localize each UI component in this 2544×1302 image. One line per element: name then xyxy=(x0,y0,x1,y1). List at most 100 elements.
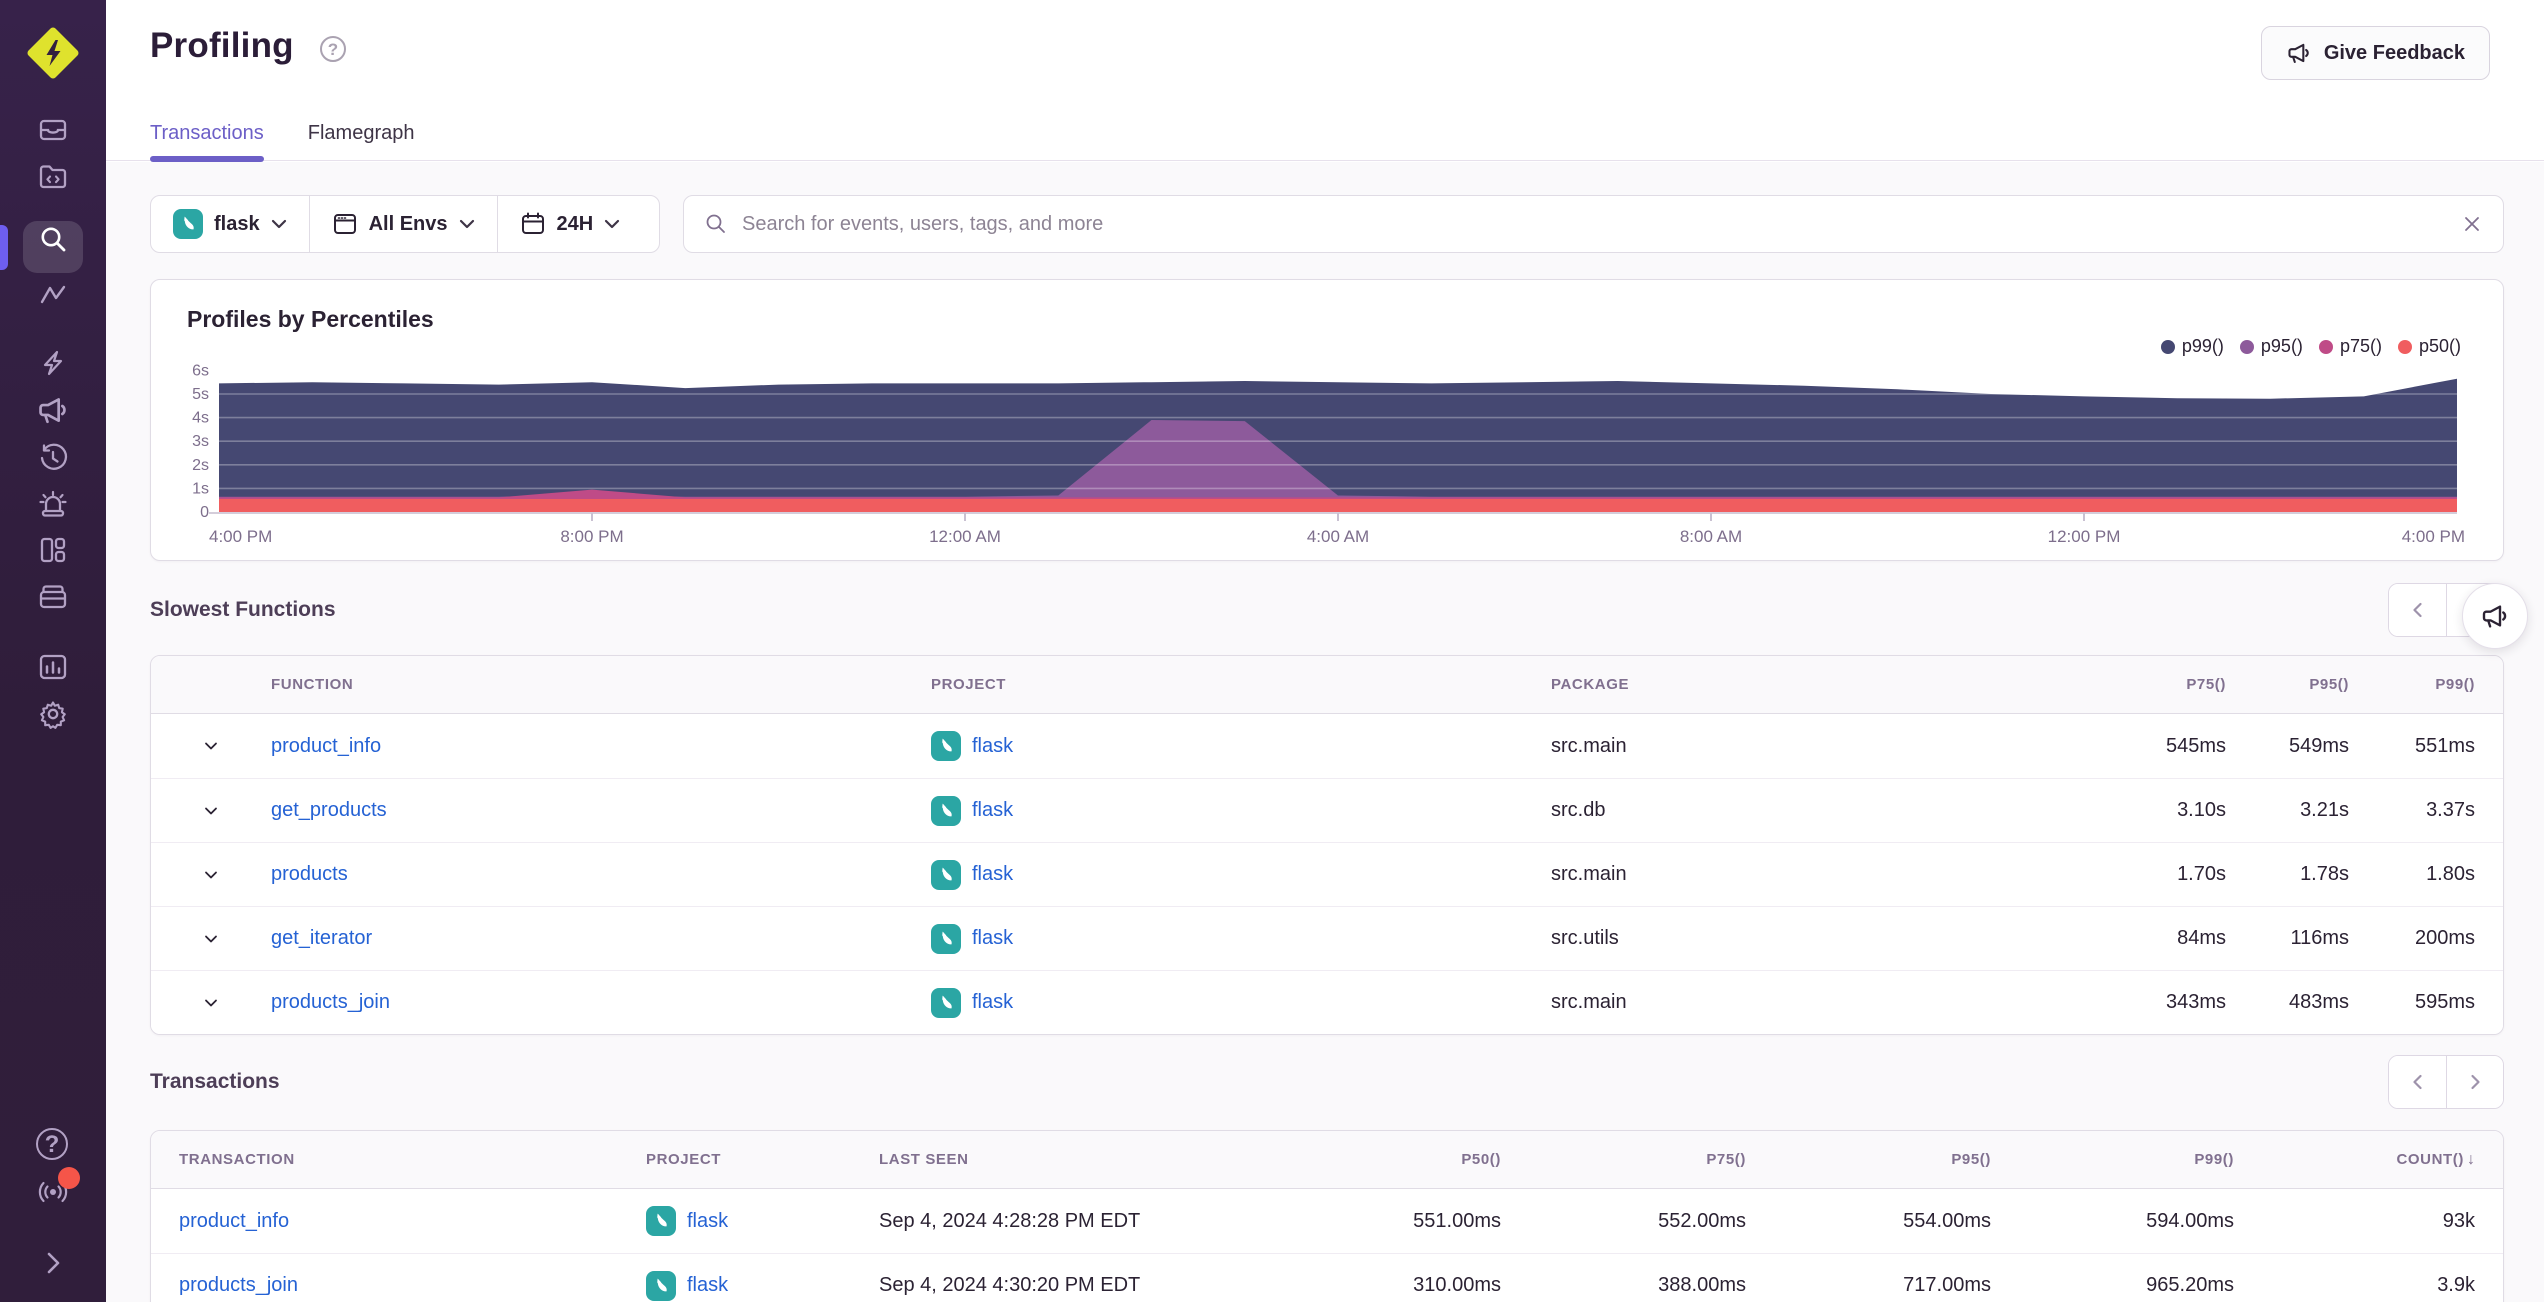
sidebar-item-projects[interactable] xyxy=(36,160,70,194)
transaction-link[interactable]: product_info xyxy=(151,1210,646,1233)
search-bar xyxy=(683,195,2504,253)
project-link[interactable]: flask xyxy=(931,731,1551,761)
clear-search-icon[interactable] xyxy=(2461,213,2483,235)
project-filter-label: flask xyxy=(214,212,260,235)
function-link[interactable]: products_join xyxy=(271,991,931,1014)
date-range-filter[interactable]: 24H xyxy=(496,196,643,252)
chart-title: Profiles by Percentiles xyxy=(187,306,434,332)
project-link[interactable]: flask xyxy=(931,923,1551,954)
sidebar-item-issues[interactable] xyxy=(36,113,70,147)
floating-feedback-button[interactable] xyxy=(2462,583,2528,649)
p95-cell: 3.21s xyxy=(2300,799,2349,821)
p75-cell: 388.00ms xyxy=(1658,1274,1746,1296)
p95-cell: 483ms xyxy=(2288,991,2349,1013)
column-p95: P95() xyxy=(2309,676,2349,693)
p95-cell: 1.78s xyxy=(2300,863,2349,885)
megaphone-icon xyxy=(2288,43,2309,64)
slowest-function-row: products_join flask src.main 343ms 483ms… xyxy=(151,970,2503,1034)
chevron-down-icon xyxy=(605,219,620,229)
expand-row-chevron[interactable] xyxy=(151,929,271,949)
p75-cell: 1.70s xyxy=(2177,863,2226,885)
sidebar-item-stats-barchart[interactable] xyxy=(36,650,70,684)
main-content: Profiling ? Give Feedback Transactions F… xyxy=(106,0,2544,1302)
previous-page-button[interactable] xyxy=(2389,1056,2446,1108)
column-p99: P99() xyxy=(2194,1151,2234,1168)
chevron-down-icon xyxy=(459,219,474,229)
sidebar-item-feedback-megaphone[interactable] xyxy=(36,393,70,427)
sidebar-item-releases-clock[interactable] xyxy=(36,441,70,475)
project-link[interactable]: flask xyxy=(646,1206,879,1236)
sidebar: ? xyxy=(0,0,106,1302)
percentiles-area-chart[interactable]: 0 1s 2s 3s 4s 5s 6s 4:00 PM 8:00 PM 12:00 AM 4:00 … xyxy=(151,344,2505,558)
transaction-row: product_info flask Sep 4, 2024 4:28:28 P… xyxy=(151,1189,2503,1253)
flask-project-icon xyxy=(173,209,203,239)
column-p75: P75() xyxy=(1706,1151,1746,1168)
next-page-button[interactable] xyxy=(2446,1056,2503,1108)
date-range-filter-label: 24H xyxy=(556,212,594,235)
transactions-table-header: Transaction Project Last Seen P50() P75(… xyxy=(151,1131,2503,1189)
last-seen-cell: Sep 4, 2024 4:28:28 PM EDT xyxy=(879,1209,1141,1232)
svg-text:0: 0 xyxy=(200,504,209,521)
package-cell: src.main xyxy=(1551,991,1627,1013)
function-link[interactable]: get_products xyxy=(271,799,931,822)
svg-text:2s: 2s xyxy=(192,457,209,474)
column-project: Project xyxy=(931,676,1007,693)
search-input[interactable] xyxy=(742,212,2447,236)
function-link[interactable]: product_info xyxy=(271,735,931,758)
sidebar-item-explore-search[interactable] xyxy=(36,222,70,256)
transaction-link[interactable]: products_join xyxy=(151,1274,646,1297)
project-link[interactable]: flask xyxy=(931,795,1551,826)
slowest-functions-header: Slowest Functions xyxy=(150,583,2504,637)
flask-project-icon xyxy=(646,1206,676,1236)
count-cell: 93k xyxy=(2442,1209,2475,1232)
sidebar-item-dashboards-layout[interactable] xyxy=(36,533,70,567)
previous-page-button[interactable] xyxy=(2389,584,2446,636)
sidebar-item-quickstart-lightning[interactable] xyxy=(36,346,70,380)
transactions-header: Transactions xyxy=(150,1055,2504,1109)
sidebar-item-traces-graph[interactable] xyxy=(36,278,70,312)
expand-row-chevron[interactable] xyxy=(151,993,271,1013)
sentry-logo[interactable] xyxy=(26,26,80,80)
p99-cell: 965.20ms xyxy=(2146,1274,2234,1296)
page-body: flask All Envs 24H Search for events, us… xyxy=(106,162,2544,1302)
environment-filter-label: All Envs xyxy=(368,212,448,235)
p75-cell: 343ms xyxy=(2165,991,2226,1013)
sidebar-item-insights-archive[interactable] xyxy=(36,580,70,614)
search-icon xyxy=(706,214,725,233)
project-link[interactable]: flask xyxy=(646,1270,879,1301)
slowest-functions-heading: Slowest Functions xyxy=(150,598,336,621)
tab-transactions[interactable]: Transactions xyxy=(150,110,264,162)
flask-project-icon xyxy=(931,795,961,826)
expand-row-chevron[interactable] xyxy=(151,865,271,885)
svg-text:5s: 5s xyxy=(192,386,209,403)
function-link[interactable]: get_iterator xyxy=(271,927,931,950)
sidebar-item-help[interactable]: ? xyxy=(36,1128,70,1162)
package-cell: src.utils xyxy=(1551,927,1619,949)
p99-cell: 594.00ms xyxy=(2146,1209,2234,1232)
expand-row-chevron[interactable] xyxy=(151,736,271,756)
give-feedback-label: Give Feedback xyxy=(2323,41,2465,64)
package-cell: src.main xyxy=(1551,734,1627,757)
tab-flamegraph[interactable]: Flamegraph xyxy=(308,110,415,160)
function-link[interactable]: products xyxy=(271,863,931,886)
svg-text:1s: 1s xyxy=(192,480,209,497)
project-link[interactable]: flask xyxy=(931,987,1551,1018)
flask-project-icon xyxy=(931,859,961,890)
project-link[interactable]: flask xyxy=(931,859,1551,890)
p99-cell: 551ms xyxy=(2414,734,2475,757)
environment-filter[interactable]: All Envs xyxy=(308,196,497,252)
sidebar-item-alerts-siren[interactable] xyxy=(36,487,70,521)
sidebar-expand-chevron[interactable] xyxy=(36,1246,70,1280)
column-count-sorted[interactable]: Count() ↓ xyxy=(2234,1150,2503,1169)
svg-text:12:00 AM: 12:00 AM xyxy=(929,527,1001,546)
project-filter[interactable]: flask xyxy=(151,196,309,252)
give-feedback-button[interactable]: Give Feedback xyxy=(2260,26,2490,80)
expand-row-chevron[interactable] xyxy=(151,801,271,821)
help-question-icon[interactable]: ? xyxy=(320,36,346,62)
sort-descending-icon: ↓ xyxy=(2467,1150,2475,1168)
p95-cell: 549ms xyxy=(2288,734,2349,757)
p99-cell: 200ms xyxy=(2414,927,2475,949)
sidebar-item-settings-gear[interactable] xyxy=(36,697,70,731)
svg-text:8:00 PM: 8:00 PM xyxy=(560,527,623,546)
column-function: Function xyxy=(271,676,354,693)
